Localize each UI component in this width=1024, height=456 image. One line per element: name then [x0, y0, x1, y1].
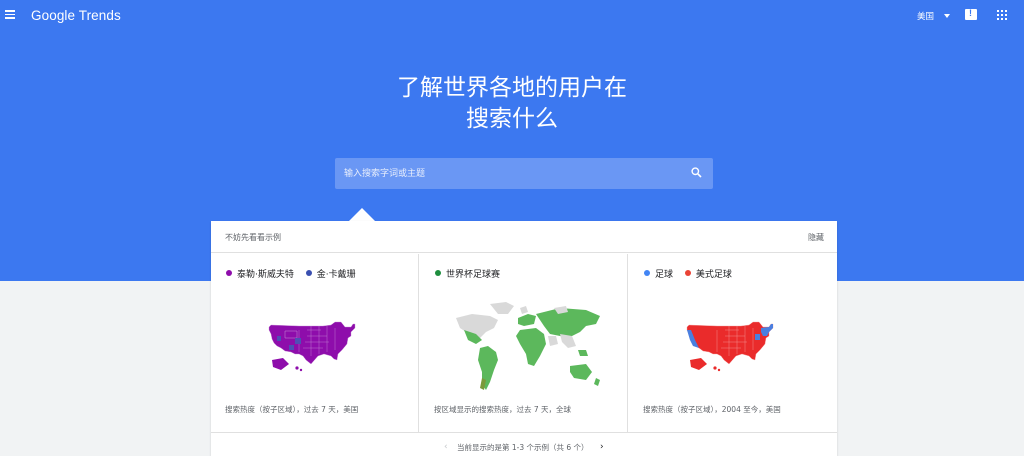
card-2-legend: 世界杯足球赛 [435, 267, 509, 280]
card-1-legend: 泰勒·斯威夫特 金·卡戴珊 [226, 267, 365, 280]
feedback-icon[interactable] [965, 8, 977, 20]
country-selector[interactable]: 美国 [917, 10, 934, 22]
search-box [335, 158, 713, 189]
headline-line-1: 了解世界各地的用户在 [397, 75, 627, 101]
legend-label: 足球 [655, 270, 674, 280]
panel-pointer [349, 208, 375, 221]
legend-dot [226, 270, 232, 276]
search-input[interactable] [335, 158, 675, 189]
top-bar: Google Trends 美国 [0, 0, 1024, 32]
legend-label: 金·卡戴珊 [316, 270, 356, 280]
world-map-green [456, 302, 600, 390]
apps-grid-icon[interactable] [997, 10, 1007, 20]
caret-down-icon[interactable] [944, 14, 950, 18]
example-card-2[interactable]: 世界杯足球赛 按区域显示的搜索热度，过去 7 天，全球 [420, 254, 628, 432]
legend-item-world-cup: 世界杯足球赛 [435, 270, 500, 280]
chevron-right-icon[interactable]: › [600, 443, 604, 452]
examples-header: 不妨先看看示例 隐藏 [211, 221, 837, 253]
legend-dot [305, 270, 312, 276]
hide-button[interactable]: 隐藏 [808, 232, 824, 243]
card-1-caption: 搜索热度（按子区域），过去 7 天，美国 [225, 405, 359, 414]
legend-label: 泰勒·斯威夫特 [237, 270, 294, 280]
pager-status: 当前显示的是第 1-3 个示例（共 6 个） [457, 443, 589, 452]
legend-dot [684, 270, 691, 276]
headline-line-2: 搜索什么 [466, 106, 558, 132]
card-3-legend: 足球 美式足球 [644, 267, 741, 280]
example-card-3[interactable]: 足球 美式足球 搜索热度（按子区域），2004 至今，美国 [629, 254, 837, 432]
legend-dot [435, 270, 441, 276]
menu-icon[interactable] [5, 10, 15, 19]
chevron-left-icon[interactable]: ‹ [444, 443, 448, 452]
us-map-purple [268, 321, 356, 372]
legend-item-kim-kardashian: 金·卡戴珊 [305, 270, 356, 280]
legend-label: 美式足球 [695, 270, 732, 280]
legend-item-taylor-swift: 泰勒·斯威夫特 [226, 270, 297, 280]
google-trends-logo[interactable]: Google Trends [31, 8, 121, 23]
legend-item-soccer: 足球 [644, 270, 676, 280]
examples-panel: 不妨先看看示例 隐藏 泰勒·斯威夫特 金·卡戴珊 搜索热度（按子区域），过去 7… [211, 221, 837, 456]
search-icon[interactable] [691, 167, 702, 178]
legend-label: 世界杯足球赛 [446, 270, 501, 280]
legend-item-american-football: 美式足球 [684, 270, 732, 280]
card-3-caption: 搜索热度（按子区域），2004 至今，美国 [643, 405, 781, 414]
legend-dot [644, 270, 650, 276]
us-map-red-blue [686, 321, 774, 372]
hero-headline: 了解世界各地的用户在 搜索什么 [312, 73, 712, 135]
card-2-caption: 按区域显示的搜索热度，过去 7 天，全球 [434, 405, 572, 414]
example-card-1[interactable]: 泰勒·斯威夫特 金·卡戴珊 搜索热度（按子区域），过去 7 天，美国 [211, 254, 419, 432]
examples-title: 不妨先看看示例 [225, 233, 281, 242]
examples-pager: ‹ 当前显示的是第 1-3 个示例（共 6 个） › [211, 432, 837, 456]
